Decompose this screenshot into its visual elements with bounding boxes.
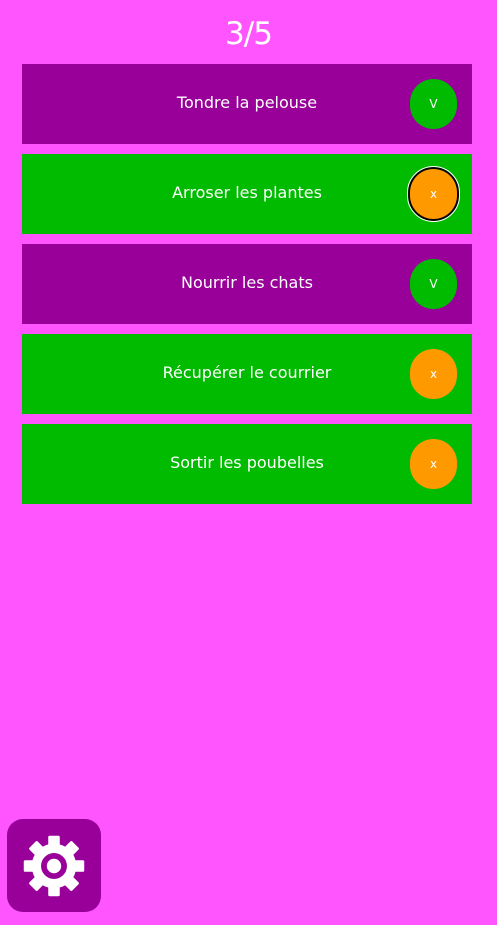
progress-counter: 3/5 [225, 16, 273, 52]
task-row-arroser-les-plantes: Arroser les plantes x [22, 154, 472, 234]
task-row-sortir-les-poubelles: Sortir les poubelles x [22, 424, 472, 504]
gear-icon [23, 835, 85, 896]
task-label: Récupérer le courrier [162, 363, 332, 382]
task-toggle-button[interactable]: V [410, 79, 457, 129]
task-list: Tondre la pelouse V Arroser les plantes … [22, 64, 472, 514]
task-row-recuperer-le-courrier: Récupérer le courrier x [22, 334, 472, 414]
task-toggle-button[interactable]: V [410, 259, 457, 309]
task-row-tondre-la-pelouse: Tondre la pelouse V [22, 64, 472, 144]
task-toggle-button[interactable]: x [410, 439, 457, 489]
task-toggle-button[interactable]: x [410, 349, 457, 399]
task-label: Arroser les plantes [172, 183, 322, 202]
task-label: Sortir les poubelles [170, 453, 324, 472]
task-row-nourrir-les-chats: Nourrir les chats V [22, 244, 472, 324]
task-toggle-button[interactable]: x [407, 166, 460, 222]
task-label: Nourrir les chats [181, 273, 313, 292]
settings-button[interactable] [7, 819, 101, 912]
task-label: Tondre la pelouse [176, 93, 318, 112]
